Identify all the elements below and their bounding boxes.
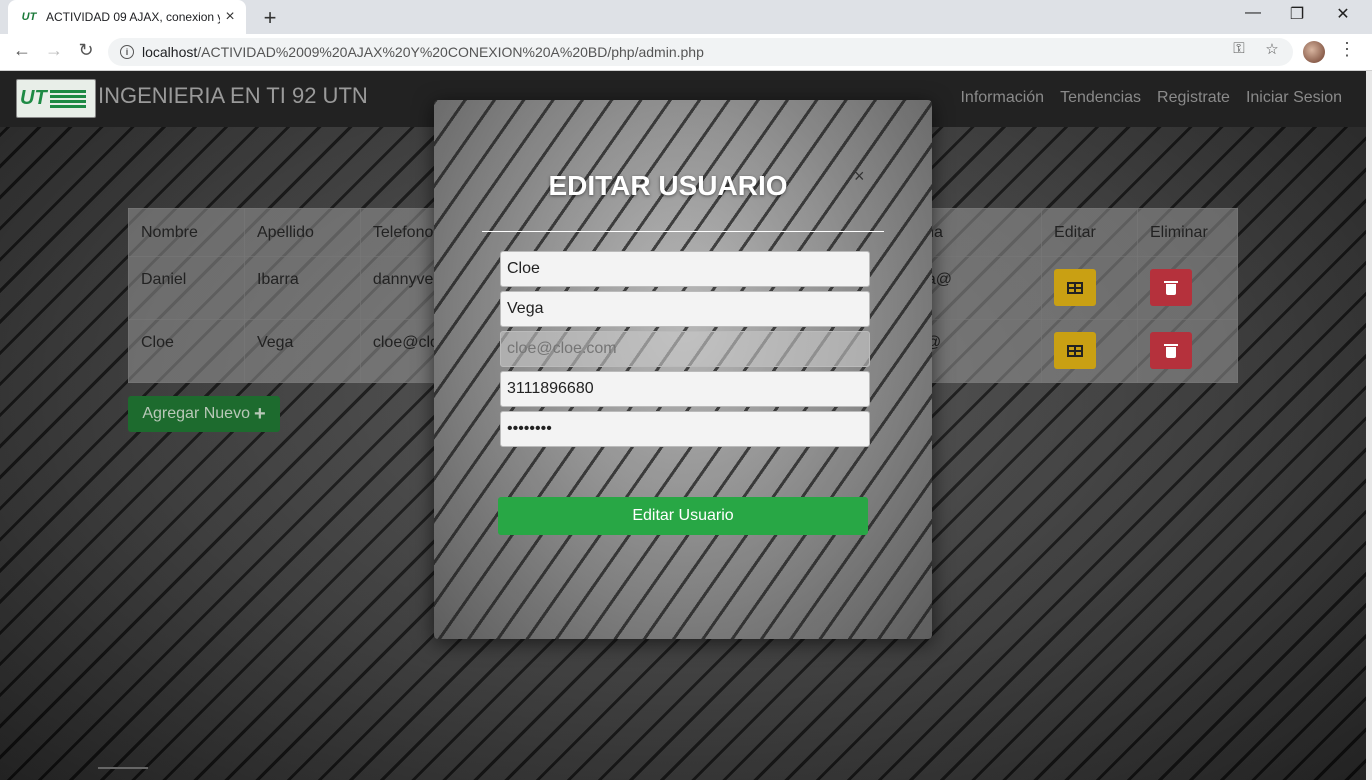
reload-button[interactable]: ↻ [74,40,98,61]
modal-title: EDITAR USUARIO [548,170,788,201]
nav-links: Información Tendencias Registrate Inicia… [960,89,1342,107]
cell-edit [1041,256,1138,320]
edit-user-button[interactable] [1054,332,1097,369]
star-icon[interactable]: ☆ [1261,40,1283,58]
logo-lines [49,89,86,108]
add-new-button[interactable]: Agregar Nuevo + [128,396,280,432]
utn-logo[interactable]: UT [16,79,96,118]
browser-tab[interactable]: UT ACTIVIDAD 09 AJAX, conexion y c × [8,0,246,34]
delete-user-button[interactable] [1149,269,1192,306]
add-new-label: Agregar Nuevo [142,405,250,422]
cell-apellido: Vega [243,319,361,383]
cell-password: a@ [915,319,1043,383]
cell-delete [1136,319,1239,383]
delete-user-button[interactable] [1149,332,1192,369]
password-field[interactable] [500,411,870,447]
email-field[interactable] [500,331,870,367]
site-brand[interactable]: INGENIERIA EN TI 92 UTN [98,83,368,109]
key-icon[interactable]: ⚿ [1228,40,1250,57]
kebab-menu-icon[interactable]: ⋮ [1338,39,1356,60]
cell-nombre: Cloe [128,319,245,383]
url-host: localhost [142,44,198,60]
apellido-field[interactable] [500,291,870,327]
table-icon [1067,281,1084,294]
cell-password: Aa@ [915,256,1043,320]
forward-button[interactable]: → [42,40,66,61]
table-icon [1067,344,1084,357]
header-apellido: Apellido [243,208,361,257]
back-button[interactable]: ← [10,40,34,61]
nombre-field[interactable] [500,251,870,287]
page-scrollbar[interactable] [1366,71,1372,780]
profile-avatar[interactable] [1303,41,1325,63]
new-tab-button[interactable]: + [258,5,282,31]
url-path: /ACTIVIDAD%2009%20AJAX%20Y%20CONEXION%20… [197,44,704,60]
nav-link-iniciar-sesion[interactable]: Iniciar Sesion [1246,89,1342,107]
modal-close-icon[interactable]: × [854,166,865,187]
cell-apellido: Ibarra [243,256,361,320]
edit-user-modal: EDITAR USUARIO × Editar Usuario [434,100,932,639]
modal-divider [482,231,884,232]
header-editar: Editar [1041,208,1138,257]
header-contrasena: eña [915,208,1043,257]
cell-delete [1136,256,1239,320]
close-window-button[interactable]: ✕ [1320,4,1366,24]
address-bar[interactable]: i localhost/ACTIVIDAD%2009%20AJAX%20Y%20… [108,38,1293,66]
cell-edit [1041,319,1138,383]
edit-user-submit-button[interactable]: Editar Usuario [498,497,868,535]
plus-icon: + [253,402,266,425]
site-info-icon[interactable]: i [120,45,134,59]
browser-toolbar: ← → ↻ i localhost/ACTIVIDAD%2009%20AJAX%… [0,34,1372,71]
logo-mark: UT [20,87,47,109]
edit-user-button[interactable] [1054,269,1097,306]
url-text: localhost/ACTIVIDAD%2009%20AJAX%20Y%20CO… [142,44,704,60]
telefono-field[interactable] [500,371,870,407]
browser-tabstrip: UT ACTIVIDAD 09 AJAX, conexion y c × + —… [0,0,1372,34]
tab-close-icon[interactable]: × [222,8,238,26]
maximize-window-button[interactable]: ❐ [1274,4,1320,24]
trash-icon [1163,280,1178,295]
minimize-window-button[interactable]: — [1230,4,1276,22]
cell-nombre: Daniel [128,256,245,320]
trash-icon [1163,343,1178,358]
tab-title: ACTIVIDAD 09 AJAX, conexion y c [46,10,220,24]
header-eliminar: Eliminar [1136,208,1239,257]
page-viewport: UT INGENIERIA EN TI 92 UTN Información T… [0,71,1366,780]
nav-link-registrate[interactable]: Registrate [1157,89,1230,107]
header-nombre: Nombre [128,208,245,257]
nav-link-informacion[interactable]: Información [960,89,1044,107]
nav-link-tendencias[interactable]: Tendencias [1060,89,1141,107]
favicon-icon: UT [21,11,37,23]
bottom-edge-marker [98,767,148,769]
